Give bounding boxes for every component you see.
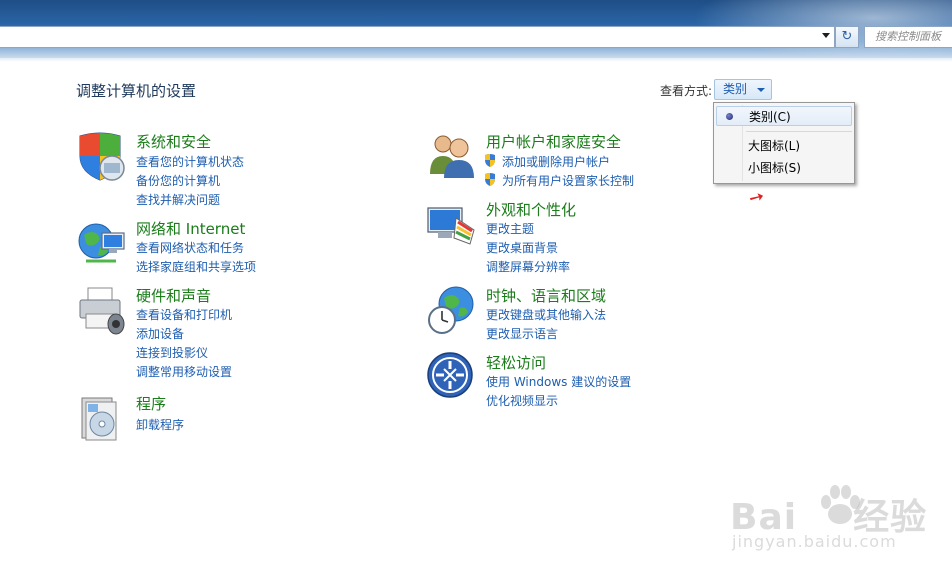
uac-shield-icon bbox=[485, 173, 495, 186]
category-link[interactable]: 选择家庭组和共享选项 bbox=[136, 258, 256, 275]
category-title[interactable]: 用户帐户和家庭安全 bbox=[486, 131, 621, 152]
category-link[interactable]: 连接到投影仪 bbox=[136, 344, 208, 361]
menu-separator bbox=[746, 131, 852, 132]
chrome-divider bbox=[0, 58, 952, 62]
address-bar[interactable] bbox=[0, 26, 835, 48]
chevron-down-icon bbox=[757, 88, 765, 92]
category-link[interactable]: 更改桌面背景 bbox=[486, 239, 558, 256]
category-link[interactable]: 更改键盘或其他输入法 bbox=[486, 306, 606, 323]
printer-icon[interactable] bbox=[76, 284, 128, 336]
category-link[interactable]: 调整常用移动设置 bbox=[136, 363, 232, 380]
view-by-label: 查看方式: bbox=[660, 84, 713, 98]
address-dropdown-icon[interactable] bbox=[822, 33, 830, 38]
category-link[interactable]: 查看设备和打印机 bbox=[136, 306, 232, 323]
category-link[interactable]: 查看您的计算机状态 bbox=[136, 153, 244, 170]
category-link[interactable]: 添加或删除用户帐户 bbox=[502, 153, 610, 170]
category-title[interactable]: 程序 bbox=[136, 393, 166, 414]
menu-item-label: 类别(C) bbox=[749, 110, 791, 124]
network-globe-icon[interactable] bbox=[76, 217, 128, 269]
category-title[interactable]: 网络和 Internet bbox=[136, 218, 245, 239]
users-icon[interactable] bbox=[426, 130, 478, 182]
menu-item-small-icons[interactable]: 小图标(S) bbox=[716, 158, 852, 178]
category-title[interactable]: 时钟、语言和区域 bbox=[486, 285, 606, 306]
baidu-watermark: Bai 经验 jingyan.baidu.com bbox=[730, 485, 927, 551]
category-link[interactable]: 使用 Windows 建议的设置 bbox=[486, 373, 631, 390]
watermark-domain: jingyan.baidu.com bbox=[732, 532, 897, 551]
category-title[interactable]: 轻松访问 bbox=[486, 352, 546, 373]
menu-item-large-icons[interactable]: 大图标(L) bbox=[716, 136, 852, 156]
refresh-button[interactable]: ↻ bbox=[835, 26, 859, 48]
category-link[interactable]: 调整屏幕分辨率 bbox=[486, 258, 570, 275]
category-link[interactable]: 更改显示语言 bbox=[486, 325, 558, 342]
view-by-value: 类别 bbox=[723, 82, 748, 96]
uac-shield-icon bbox=[485, 154, 495, 167]
category-link[interactable]: 查找并解决问题 bbox=[136, 191, 220, 208]
category-link[interactable]: 添加设备 bbox=[136, 325, 184, 342]
category-title[interactable]: 外观和个性化 bbox=[486, 199, 576, 220]
category-title[interactable]: 系统和安全 bbox=[136, 131, 211, 152]
baidu-paw-logo-icon bbox=[821, 485, 860, 524]
category-link[interactable]: 卸载程序 bbox=[136, 416, 184, 433]
category-link[interactable]: 为所有用户设置家长控制 bbox=[502, 172, 634, 189]
category-link[interactable]: 更改主题 bbox=[486, 220, 534, 237]
category-link[interactable]: 查看网络状态和任务 bbox=[136, 239, 244, 256]
radio-bullet-icon bbox=[726, 113, 733, 120]
menu-item-label: 大图标(L) bbox=[748, 139, 801, 153]
view-by-menu: 类别(C) 大图标(L) 小图标(S) bbox=[713, 102, 855, 184]
page-title: 调整计算机的设置 bbox=[76, 82, 197, 100]
annotation-arrow-icon: ➚ bbox=[744, 184, 769, 211]
menu-item-category[interactable]: 类别(C) bbox=[716, 106, 852, 126]
display-palette-icon[interactable] bbox=[426, 198, 478, 250]
search-input[interactable]: 搜索控制面板 bbox=[864, 26, 952, 48]
category-link[interactable]: 备份您的计算机 bbox=[136, 172, 220, 189]
security-shield-icon[interactable] bbox=[76, 130, 128, 182]
programs-disc-icon[interactable] bbox=[76, 392, 128, 444]
menu-item-label: 小图标(S) bbox=[748, 161, 801, 175]
ease-of-access-icon[interactable] bbox=[426, 351, 478, 403]
window-chrome: ↻ 搜索控制面板 bbox=[0, 0, 952, 60]
category-title[interactable]: 硬件和声音 bbox=[136, 285, 211, 306]
clock-globe-icon[interactable] bbox=[426, 284, 478, 336]
category-link[interactable]: 优化视频显示 bbox=[486, 392, 558, 409]
view-by-dropdown[interactable]: 类别 bbox=[714, 79, 772, 100]
